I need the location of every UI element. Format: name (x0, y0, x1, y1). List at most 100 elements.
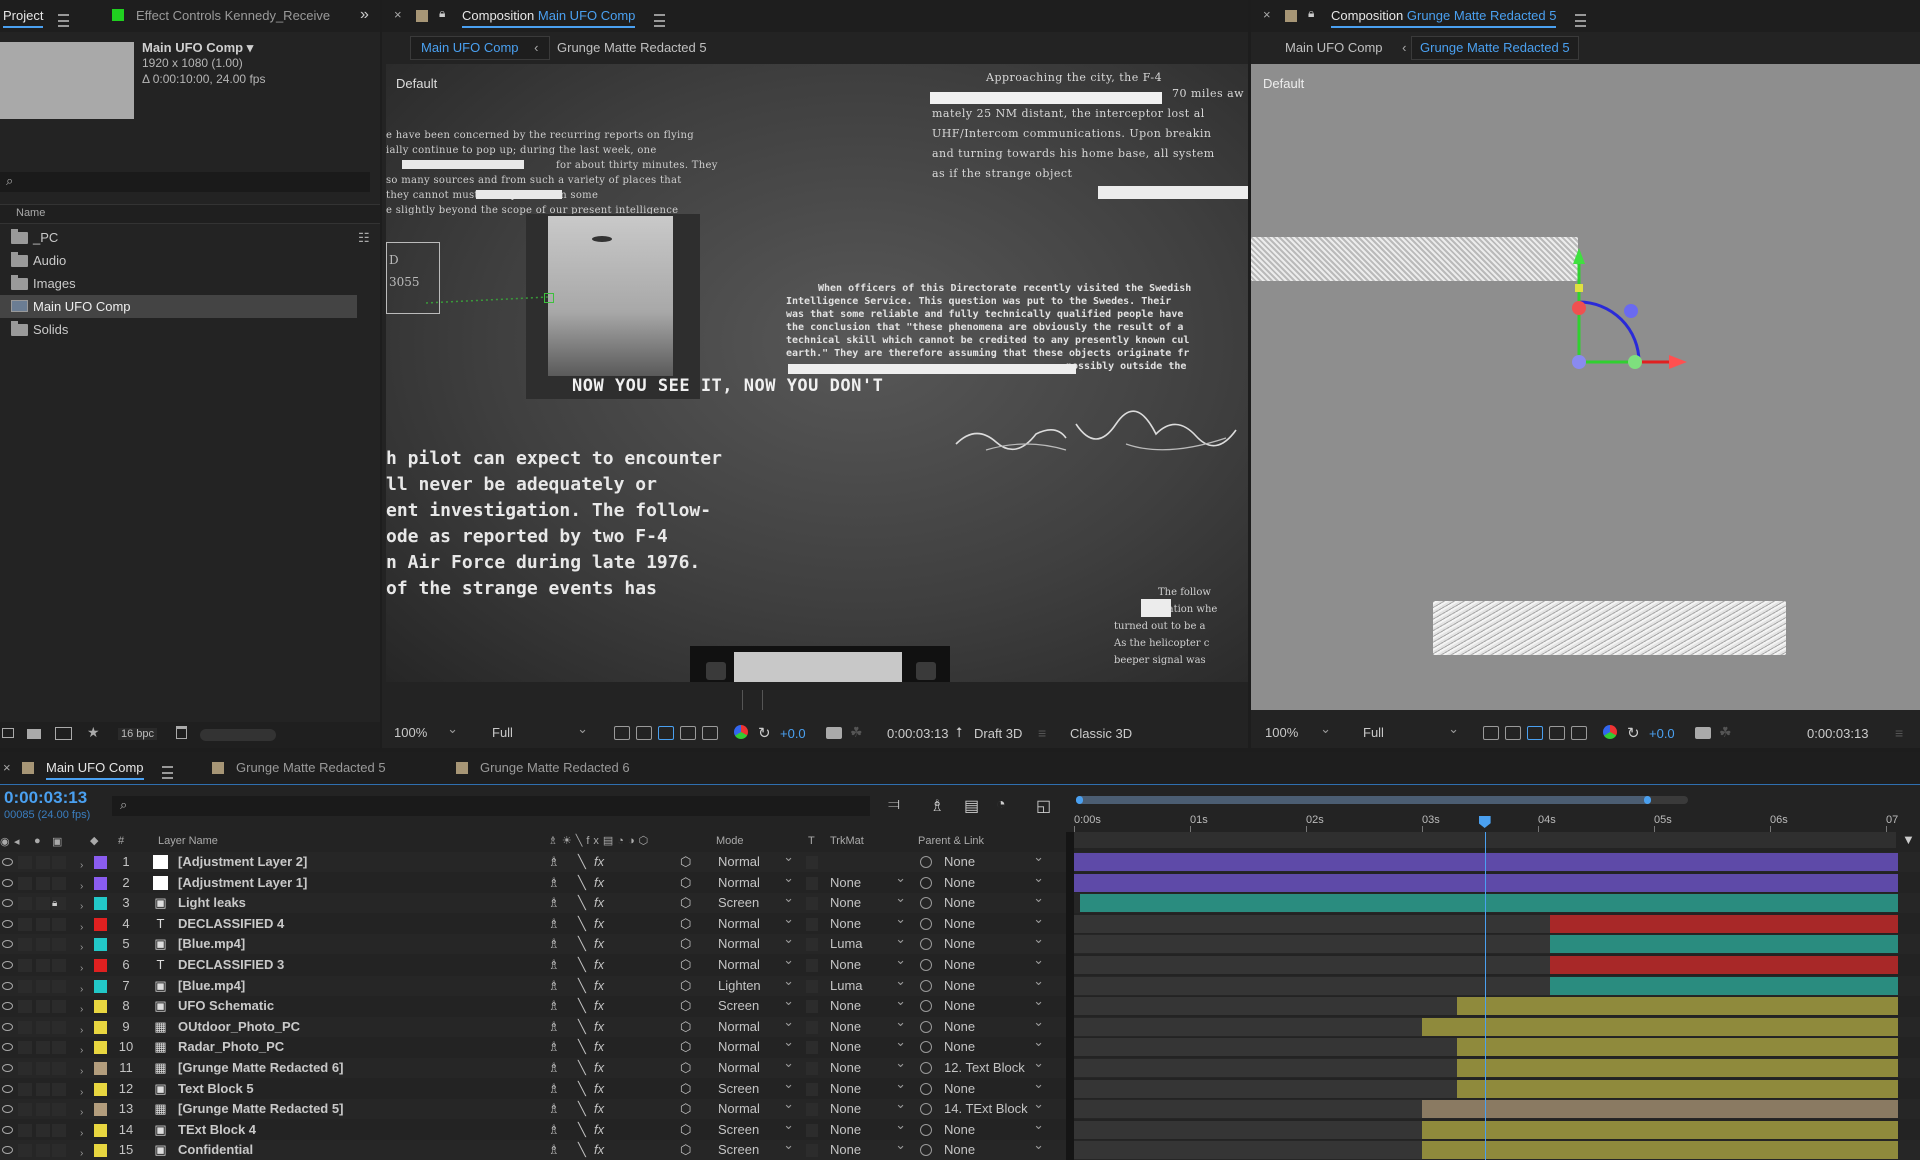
transparency-grid-icon[interactable] (1505, 726, 1521, 740)
quality-switch-icon[interactable]: ╲ (578, 1120, 586, 1140)
timecode-display[interactable]: 0:00:03:13 (887, 726, 948, 741)
transparency-grid-icon[interactable] (636, 726, 652, 740)
label-color-swatch[interactable] (94, 1041, 107, 1055)
quality-switch-icon[interactable]: ╲ (578, 1079, 586, 1099)
show-snapshot-icon[interactable]: ☘ (850, 724, 863, 741)
solo-cell[interactable] (36, 1062, 50, 1075)
project-search-input[interactable]: ⌕ (0, 172, 370, 192)
audio-cell[interactable] (18, 876, 32, 890)
audio-cell[interactable] (18, 1041, 32, 1055)
3d-layer-switch-icon[interactable]: ⬡ (680, 852, 691, 872)
effects-switch-icon[interactable]: fx (594, 1099, 604, 1119)
parent-pickwhip-icon[interactable] (920, 1000, 932, 1013)
shy-switch-icon[interactable]: ♗ (548, 852, 560, 872)
video-toggle-icon[interactable]: ◉ (0, 835, 10, 848)
layer-name[interactable]: Light leaks (178, 893, 246, 913)
layer-name[interactable]: UFO Schematic (178, 996, 274, 1016)
solo-cell[interactable] (36, 1103, 50, 1117)
solo-cell[interactable] (36, 1020, 50, 1034)
effects-switch-icon[interactable]: fx (594, 996, 604, 1016)
viewer-scroll-track[interactable] (742, 690, 862, 710)
audio-cell[interactable] (18, 1020, 32, 1034)
draft-3d-icon[interactable]: ⭡ (956, 724, 963, 741)
preserve-transparency-cell[interactable] (806, 1123, 818, 1137)
layer-name[interactable]: Confidential (178, 1140, 253, 1160)
zoom-dropdown[interactable]: 100% (390, 718, 462, 744)
layer-name[interactable]: TExt Block 4 (178, 1120, 256, 1140)
3d-layer-switch-icon[interactable]: ⬡ (680, 1058, 691, 1078)
visibility-eye-icon[interactable] (2, 858, 13, 866)
effects-switch-icon[interactable]: fx (594, 934, 604, 954)
graph-editor-icon[interactable]: ◱ (1036, 796, 1051, 816)
blend-mode-dropdown[interactable]: Screen (718, 1135, 798, 1160)
preserve-transparency-cell[interactable] (806, 938, 818, 952)
visibility-eye-icon[interactable] (2, 878, 13, 887)
effects-switch-icon[interactable]: fx (594, 1058, 604, 1078)
parent-pickwhip-icon[interactable] (920, 1020, 932, 1033)
grid-guides-icon[interactable] (1571, 726, 1587, 740)
solo-cell[interactable] (36, 1144, 50, 1158)
parent-column-header[interactable]: Parent & Link (918, 835, 984, 847)
audio-cell[interactable] (18, 1144, 32, 1158)
trash-icon[interactable] (176, 726, 187, 739)
close-icon[interactable]: × (3, 760, 11, 775)
quality-switch-icon[interactable]: ╲ (578, 852, 586, 872)
quality-switch-icon[interactable]: ╲ (578, 873, 586, 893)
label-color-swatch[interactable] (94, 897, 107, 911)
layer-name[interactable]: [Grunge Matte Redacted 6] (178, 1058, 343, 1078)
layer-name[interactable]: DECLASSIFIED 4 (178, 914, 284, 934)
shy-switch-icon[interactable]: ♗ (548, 1017, 560, 1037)
tab-grunge-6[interactable]: Grunge Matte Redacted 6 (480, 752, 630, 784)
audio-cell[interactable] (18, 979, 32, 993)
3d-view-label[interactable]: Classic 3D (1070, 726, 1132, 741)
quality-switch-icon[interactable]: ╲ (578, 955, 586, 975)
interpret-footage-icon[interactable] (2, 728, 14, 738)
fast-previews-icon[interactable] (1483, 726, 1499, 740)
shy-layers-icon[interactable]: ♗ (930, 796, 944, 816)
composition-mini-flowchart-icon[interactable]: ⫤ (888, 796, 900, 814)
parent-dropdown[interactable]: None (944, 888, 1044, 913)
parent-pickwhip-icon[interactable] (920, 1123, 932, 1136)
solo-cell[interactable] (36, 959, 50, 972)
parent-dropdown[interactable]: 12. Text Block (944, 1053, 1044, 1078)
solo-cell[interactable] (36, 938, 50, 952)
visibility-eye-icon[interactable] (2, 961, 13, 969)
preserve-transparency-cell[interactable] (806, 1000, 818, 1014)
exposure-reset-icon[interactable]: ↻ (1627, 724, 1640, 742)
tab-effect-controls[interactable]: Effect Controls Kennedy_Receive (136, 0, 330, 32)
visibility-eye-icon[interactable] (2, 1043, 13, 1052)
playhead[interactable] (1478, 816, 1491, 828)
solo-toggle-icon[interactable]: ● (34, 835, 41, 847)
layer-name[interactable]: [Adjustment Layer 2] (178, 852, 307, 872)
time-ruler[interactable]: 0:00s 01s 02s 03s 04s 05s 06s 07 ▼ (1074, 788, 1920, 852)
mode-column-header[interactable]: Mode (716, 835, 744, 847)
parent-pickwhip-icon[interactable] (920, 876, 932, 889)
channel-icon[interactable] (734, 725, 748, 739)
project-menu-icon[interactable] (58, 14, 69, 28)
solo-cell[interactable] (36, 1082, 50, 1096)
layer-name[interactable]: [Adjustment Layer 1] (178, 873, 307, 893)
quality-switch-icon[interactable]: ╲ (578, 996, 586, 1016)
parent-pickwhip-icon[interactable] (920, 856, 932, 868)
3d-layer-switch-icon[interactable]: ⬡ (680, 914, 691, 934)
track-area[interactable] (1074, 852, 1920, 1160)
parent-pickwhip-icon[interactable] (920, 959, 932, 971)
layer-name[interactable]: Radar_Photo_PC (178, 1037, 284, 1057)
layer-name[interactable]: Text Block 5 (178, 1079, 254, 1099)
label-color-swatch[interactable] (94, 979, 107, 993)
zoom-dropdown[interactable]: 100% (1265, 718, 1335, 744)
preserve-transparency-cell[interactable] (806, 979, 818, 993)
solo-cell[interactable] (36, 856, 50, 869)
label-color-swatch[interactable] (94, 1123, 107, 1137)
new-folder-icon[interactable] (27, 729, 41, 739)
quality-switch-icon[interactable]: ╲ (578, 893, 586, 913)
effects-switch-icon[interactable]: fx (594, 955, 604, 975)
lock-cell[interactable] (52, 1062, 66, 1075)
viewer-menu-icon[interactable] (654, 14, 665, 28)
audio-cell[interactable] (18, 1103, 32, 1117)
lock-icon[interactable]: 🔒︎ (1308, 6, 1314, 21)
audio-cell[interactable] (18, 1123, 32, 1137)
parent-dropdown[interactable]: None (944, 1074, 1044, 1099)
shy-switch-icon[interactable]: ♗ (548, 914, 560, 934)
shy-switch-icon[interactable]: ♗ (548, 934, 560, 954)
